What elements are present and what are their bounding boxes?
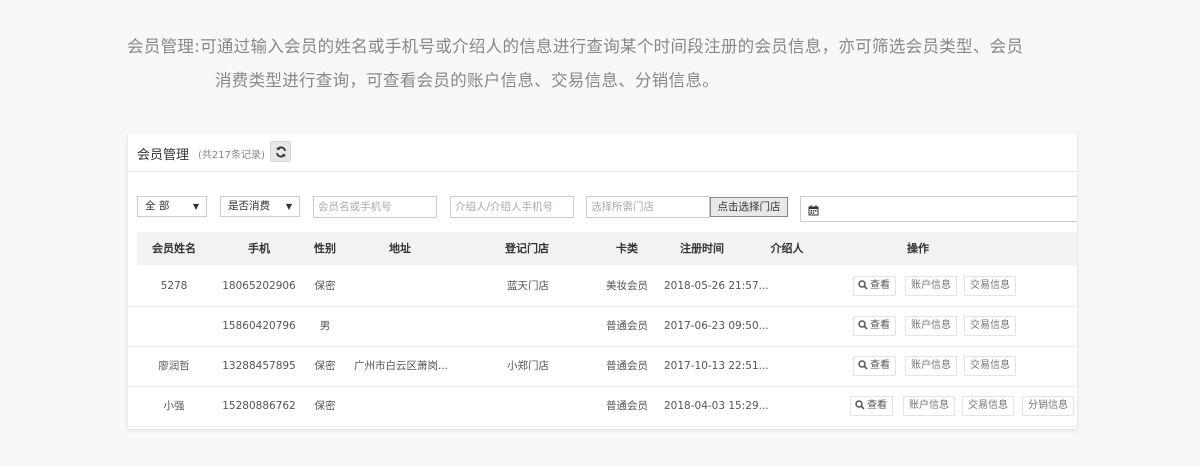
view-button[interactable]: 查看 [850,396,893,416]
feature-description: 会员管理:可通过输入会员的姓名或手机号或介绍人的信息进行查询某个时间段注册的会员… [127,30,1107,98]
view-label: 查看 [870,280,890,291]
filter-bar: 全 部 ▼ 是否消费 ▼ 会员名或手机号 介绍人/介绍人手机号 选择所需门店 点… [128,196,1077,222]
member-gender: 保密 [314,400,336,412]
member-store: 小郑门店 [507,360,549,372]
col-actions: 操作 [907,242,929,255]
distribution-info-button[interactable]: 分销信息 [1022,396,1074,416]
consume-type-value: 是否消费 [228,200,270,212]
table-header: 会员姓名 手机 性别 地址 登记门店 卡类 注册时间 介绍人 操作 [137,232,1077,265]
referrer-input[interactable]: 介绍人/介绍人手机号 [450,196,574,218]
account-info-button[interactable]: 账户信息 [903,396,955,416]
member-reg-time: 2017-10-13 22:51... [664,360,769,372]
table-row: 15860420796 男 普通会员 2017-06-23 09:50... 查… [128,306,1077,347]
transaction-info-button[interactable]: 交易信息 [964,356,1016,376]
table-row: 5278 18065202906 保密 蓝天门店 美妆会员 2018-05-26… [128,266,1077,307]
member-management-panel: 会员管理 (共217条记录) 全 部 ▼ 是否消费 ▼ 会员名或手机号 介绍人/… [128,133,1077,429]
view-button[interactable]: 查看 [853,356,896,376]
col-phone: 手机 [248,242,270,255]
member-gender: 男 [319,320,331,332]
panel-header: 会员管理 (共217条记录) [128,133,1077,172]
calendar-icon [808,205,819,216]
name-phone-input[interactable]: 会员名或手机号 [313,196,437,218]
member-gender: 保密 [314,360,336,372]
member-type-select[interactable]: 全 部 ▼ [137,196,207,217]
member-name: 廖润哲 [158,360,190,372]
search-icon [858,360,868,370]
col-card: 卡类 [616,242,638,255]
member-phone: 13288457895 [222,360,296,372]
chevron-down-icon: ▼ [192,202,199,211]
member-reg-time: 2017-06-23 09:50... [664,320,769,332]
member-card: 普通会员 [606,400,648,412]
store-input[interactable]: 选择所需门店 [586,196,710,218]
member-name: 小强 [163,400,185,412]
col-gender: 性别 [314,242,336,255]
col-store: 登记门店 [505,242,549,255]
transaction-info-button[interactable]: 交易信息 [964,276,1016,296]
member-name: 5278 [160,280,188,292]
col-address: 地址 [389,242,411,255]
description-line-1: 可通过输入会员的姓名或手机号或介绍人的信息进行查询某个时间段注册的会员信息，亦可… [200,37,1024,56]
view-label: 查看 [870,320,890,331]
view-button[interactable]: 查看 [853,276,896,296]
member-card: 普通会员 [606,320,648,332]
col-reg-time: 注册时间 [680,242,724,255]
member-reg-time: 2018-05-26 21:57... [664,280,769,292]
description-line-2: 消费类型进行查询，可查看会员的账户信息、交易信息、分销信息。 [215,71,719,90]
view-label: 查看 [870,360,890,371]
view-label: 查看 [867,400,887,411]
refresh-icon [275,146,286,157]
member-phone: 15860420796 [222,320,296,332]
member-phone: 15280886762 [222,400,296,412]
description-label: 会员管理: [127,37,201,56]
refresh-button[interactable] [270,141,291,162]
table-row: 廖润哲 13288457895 保密 广州市白云区萧岗... 小郑门店 普通会员… [128,346,1077,387]
search-icon [858,280,868,290]
member-store: 蓝天门店 [507,280,549,292]
search-icon [858,320,868,330]
member-type-value: 全 部 [145,200,170,212]
transaction-info-button[interactable]: 交易信息 [962,396,1014,416]
account-info-button[interactable]: 账户信息 [905,316,957,336]
member-gender: 保密 [314,280,336,292]
member-card: 普通会员 [606,360,648,372]
member-address: 广州市白云区萧岗... [354,360,449,372]
member-card: 美妆会员 [606,280,648,292]
member-reg-time: 2018-04-03 15:29... [664,400,769,412]
account-info-button[interactable]: 账户信息 [905,356,957,376]
panel-title: 会员管理 [137,148,190,163]
date-range-input[interactable] [800,196,1077,222]
transaction-info-button[interactable]: 交易信息 [964,316,1016,336]
chevron-down-icon: ▼ [285,202,292,211]
record-count: (共217条记录) [198,150,265,161]
col-referrer: 介绍人 [770,242,804,255]
col-name: 会员姓名 [152,242,196,255]
search-icon [855,400,865,410]
account-info-button[interactable]: 账户信息 [905,276,957,296]
consume-type-select[interactable]: 是否消费 ▼ [220,196,300,217]
select-store-button[interactable]: 点击选择门店 [710,197,788,217]
table-row: 小强 15280886762 保密 普通会员 2018-04-03 15:29.… [128,386,1077,427]
member-phone: 18065202906 [222,280,296,292]
view-button[interactable]: 查看 [853,316,896,336]
